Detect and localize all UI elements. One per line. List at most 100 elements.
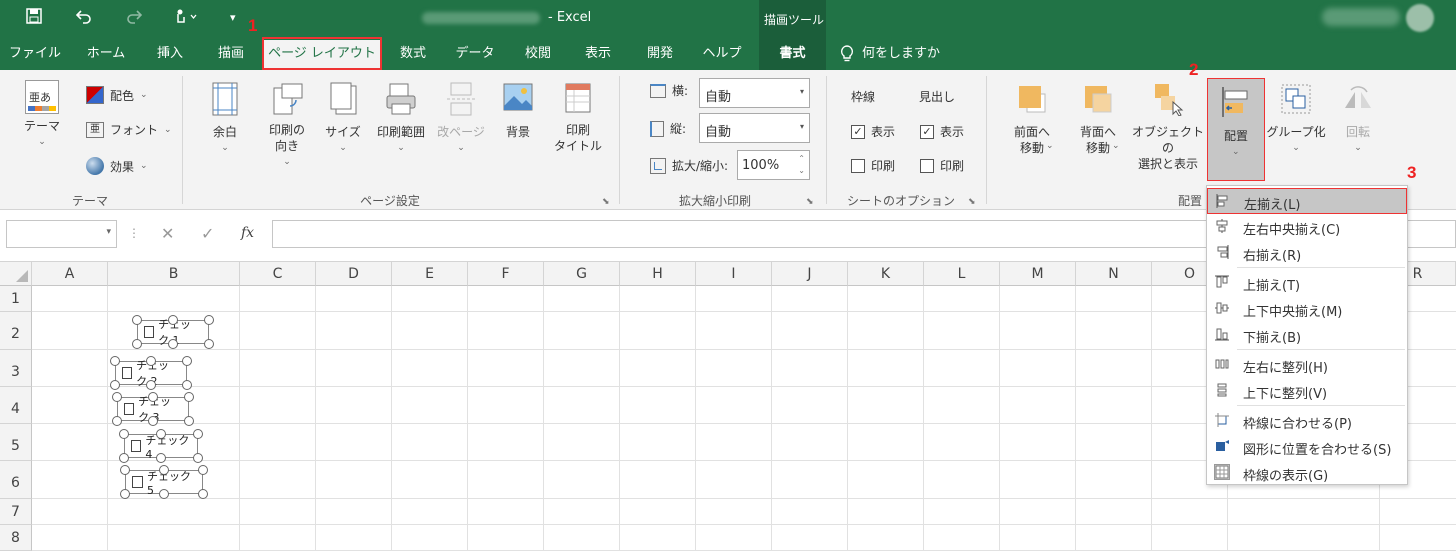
- resize-handle[interactable]: [112, 392, 122, 402]
- height-select[interactable]: 自動 ▾: [699, 113, 810, 143]
- menu-item-distribute-horizontally[interactable]: 左右に整列(H): [1207, 352, 1407, 378]
- menu-item-align-bottom[interactable]: 下揃え(B): [1207, 322, 1407, 348]
- touch-mode-icon[interactable]: [174, 8, 198, 28]
- cancel-icon[interactable]: ✕: [161, 224, 174, 243]
- resize-handle[interactable]: [146, 380, 156, 390]
- resize-handle[interactable]: [198, 489, 208, 499]
- tab-draw[interactable]: 描画: [203, 37, 259, 70]
- resize-handle[interactable]: [204, 339, 214, 349]
- resize-handle[interactable]: [148, 416, 158, 426]
- resize-handle[interactable]: [184, 392, 194, 402]
- column-header[interactable]: F: [468, 262, 544, 286]
- column-header[interactable]: B: [108, 262, 240, 286]
- redo-icon[interactable]: [126, 8, 143, 28]
- resize-handle[interactable]: [112, 416, 122, 426]
- column-header[interactable]: L: [924, 262, 1000, 286]
- rotate-button[interactable]: 回転 ⌄: [1334, 82, 1382, 156]
- row-header[interactable]: 8: [0, 525, 32, 551]
- column-header[interactable]: C: [240, 262, 316, 286]
- tab-view[interactable]: 表示: [570, 37, 626, 70]
- name-box[interactable]: ▾: [6, 220, 117, 248]
- column-header[interactable]: A: [32, 262, 108, 286]
- headings-print-checkbox[interactable]: 印刷: [920, 157, 964, 174]
- row-header[interactable]: 7: [0, 499, 32, 525]
- effects-button[interactable]: 効果 ⌄: [86, 157, 148, 175]
- resize-handle[interactable]: [159, 465, 169, 475]
- resize-handle[interactable]: [120, 489, 130, 499]
- tab-review[interactable]: 校閲: [510, 37, 566, 70]
- column-header[interactable]: G: [544, 262, 620, 286]
- menu-item-distribute-vertically[interactable]: 上下に整列(V): [1207, 378, 1407, 404]
- resize-handle[interactable]: [182, 356, 192, 366]
- resize-handle[interactable]: [110, 380, 120, 390]
- column-header[interactable]: H: [620, 262, 696, 286]
- menu-item-snap-to-shape[interactable]: 図形に位置を合わせる(S): [1207, 434, 1407, 460]
- save-icon[interactable]: [26, 8, 42, 28]
- column-header[interactable]: E: [392, 262, 468, 286]
- orientation-button[interactable]: 印刷の 向き ⌄: [258, 82, 316, 170]
- fonts-button[interactable]: 亜 フォント ⌄: [86, 121, 172, 138]
- column-header[interactable]: D: [316, 262, 392, 286]
- column-header[interactable]: I: [696, 262, 772, 286]
- resize-handle[interactable]: [146, 356, 156, 366]
- menu-item-align-right[interactable]: 右揃え(R): [1207, 240, 1407, 266]
- resize-handle[interactable]: [119, 453, 129, 463]
- row-header[interactable]: 5: [0, 424, 32, 461]
- enter-icon[interactable]: ✓: [201, 224, 214, 243]
- row-header[interactable]: 4: [0, 387, 32, 424]
- tab-home[interactable]: ホーム: [78, 37, 134, 70]
- resize-handle[interactable]: [168, 339, 178, 349]
- column-header[interactable]: J: [772, 262, 848, 286]
- resize-handle[interactable]: [119, 429, 129, 439]
- margins-button[interactable]: 余白 ⌄: [200, 82, 250, 156]
- resize-handle[interactable]: [168, 315, 178, 325]
- tab-format[interactable]: 書式: [759, 37, 826, 70]
- menu-item-align-top[interactable]: 上揃え(T): [1207, 270, 1407, 296]
- tab-formulas[interactable]: 数式: [385, 37, 441, 70]
- column-header[interactable]: K: [848, 262, 924, 286]
- resize-handle[interactable]: [193, 453, 203, 463]
- menu-item-align-center[interactable]: 左右中央揃え(C): [1207, 214, 1407, 240]
- selection-pane-button[interactable]: オブジェクトの 選択と表示: [1130, 82, 1206, 172]
- print-titles-button[interactable]: 印刷 タイトル: [552, 82, 604, 154]
- resize-handle[interactable]: [120, 465, 130, 475]
- row-header[interactable]: 1: [0, 286, 32, 312]
- resize-handle[interactable]: [184, 416, 194, 426]
- size-button[interactable]: サイズ ⌄: [318, 82, 368, 156]
- tab-developer[interactable]: 開発: [632, 37, 688, 70]
- gridlines-view-checkbox[interactable]: ✓ 表示: [851, 123, 895, 140]
- menu-item-align-left[interactable]: 左揃え(L): [1207, 188, 1407, 214]
- sheet-options-launcher-icon[interactable]: ⬊: [968, 197, 976, 207]
- resize-handle[interactable]: [198, 465, 208, 475]
- select-all-corner[interactable]: [0, 262, 32, 286]
- themes-button[interactable]: 亜あ テーマ ⌄: [18, 80, 66, 150]
- breaks-button[interactable]: 改ページ ⌄: [434, 82, 488, 156]
- resize-handle[interactable]: [204, 315, 214, 325]
- tab-data[interactable]: データ: [447, 37, 503, 70]
- send-backward-button[interactable]: 背面へ 移動 ⌄: [1070, 82, 1126, 156]
- insert-function-icon[interactable]: fx: [241, 225, 254, 241]
- row-header[interactable]: 6: [0, 461, 32, 499]
- column-header[interactable]: M: [1000, 262, 1076, 286]
- resize-handle[interactable]: [156, 453, 166, 463]
- column-header[interactable]: N: [1076, 262, 1152, 286]
- page-setup-launcher-icon[interactable]: ⬊: [602, 197, 610, 207]
- align-button[interactable]: 配置 ⌄: [1207, 78, 1265, 181]
- tab-insert[interactable]: 挿入: [142, 37, 198, 70]
- menu-item-snap-to-grid[interactable]: 枠線に合わせる(P): [1207, 408, 1407, 434]
- group-button[interactable]: グループ化 ⌄: [1266, 82, 1326, 156]
- tab-help[interactable]: ヘルプ: [694, 37, 750, 70]
- resize-handle[interactable]: [193, 429, 203, 439]
- resize-handle[interactable]: [132, 339, 142, 349]
- resize-handle[interactable]: [110, 356, 120, 366]
- tab-file[interactable]: ファイル: [4, 37, 66, 70]
- scale-input[interactable]: 100% ⌃ ⌄: [737, 150, 810, 180]
- width-select[interactable]: 自動 ▾: [699, 78, 810, 108]
- colors-button[interactable]: 配色 ⌄: [86, 86, 148, 104]
- menu-item-view-gridlines[interactable]: 枠線の表示(G): [1207, 460, 1407, 486]
- scale-launcher-icon[interactable]: ⬊: [806, 197, 814, 207]
- customize-qat-icon[interactable]: ▾: [230, 11, 236, 24]
- row-header[interactable]: 3: [0, 350, 32, 387]
- bring-forward-button[interactable]: 前面へ 移動 ⌄: [1004, 82, 1060, 156]
- print-area-button[interactable]: 印刷範囲 ⌄: [372, 82, 430, 156]
